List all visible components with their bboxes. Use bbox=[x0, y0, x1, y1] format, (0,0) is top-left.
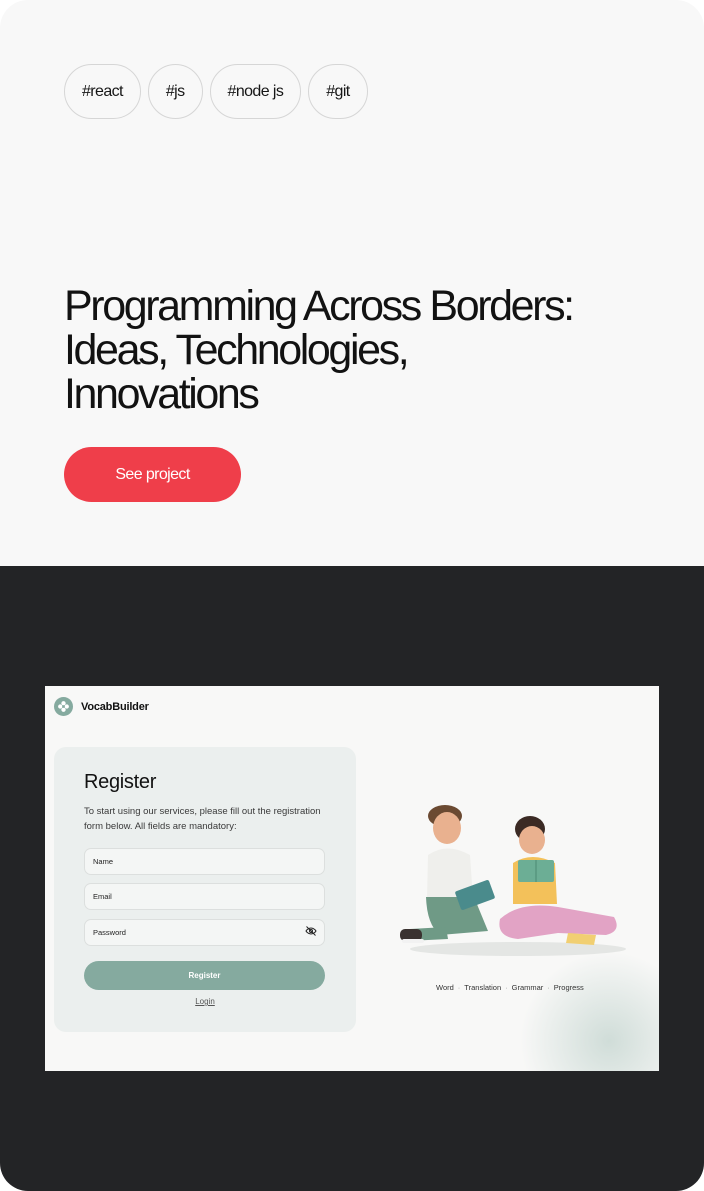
see-project-button[interactable]: See project bbox=[64, 447, 241, 502]
decorative-glow bbox=[519, 951, 659, 1071]
feature-word: Word bbox=[436, 983, 454, 992]
project-title: Programming Across Borders: Ideas, Techn… bbox=[64, 282, 575, 418]
feature-translation: Translation bbox=[464, 983, 502, 992]
login-link[interactable]: Login bbox=[54, 997, 356, 1006]
tag-node-js[interactable]: #node js bbox=[209, 64, 302, 119]
register-panel: Register To start using our services, pl… bbox=[54, 747, 356, 1032]
feature-steps: Word · Translation · Grammar · Progress bbox=[436, 983, 584, 992]
eye-slash-icon[interactable] bbox=[305, 925, 317, 937]
brand-name: VocabBuilder bbox=[81, 700, 149, 713]
project-card: #react #js #node js #git Programming Acr… bbox=[0, 0, 704, 1191]
tag-react[interactable]: #react bbox=[64, 64, 141, 119]
register-heading: Register bbox=[84, 771, 157, 793]
flower-logo-icon bbox=[54, 697, 73, 716]
feature-progress: Progress bbox=[553, 983, 584, 992]
tag-git[interactable]: #git bbox=[308, 64, 368, 119]
app-logo[interactable]: VocabBuilder bbox=[54, 697, 149, 716]
students-reading-illustration bbox=[400, 805, 626, 956]
project-preview-section: VocabBuilder Register To start using our… bbox=[0, 566, 704, 1191]
password-field[interactable] bbox=[84, 919, 325, 946]
register-description: To start using our services, please fill… bbox=[84, 806, 321, 832]
separator-dot: · bbox=[547, 983, 550, 992]
separator-dot: · bbox=[457, 983, 461, 992]
email-field[interactable] bbox=[84, 883, 325, 910]
name-field[interactable] bbox=[84, 848, 325, 875]
feature-grammar: Grammar bbox=[511, 983, 544, 992]
tag-list: #react #js #node js #git bbox=[64, 64, 368, 119]
app-screenshot: VocabBuilder Register To start using our… bbox=[45, 686, 659, 1071]
separator-dot: · bbox=[505, 983, 508, 992]
register-button[interactable]: Register bbox=[84, 961, 325, 990]
tag-js[interactable]: #js bbox=[147, 64, 203, 119]
